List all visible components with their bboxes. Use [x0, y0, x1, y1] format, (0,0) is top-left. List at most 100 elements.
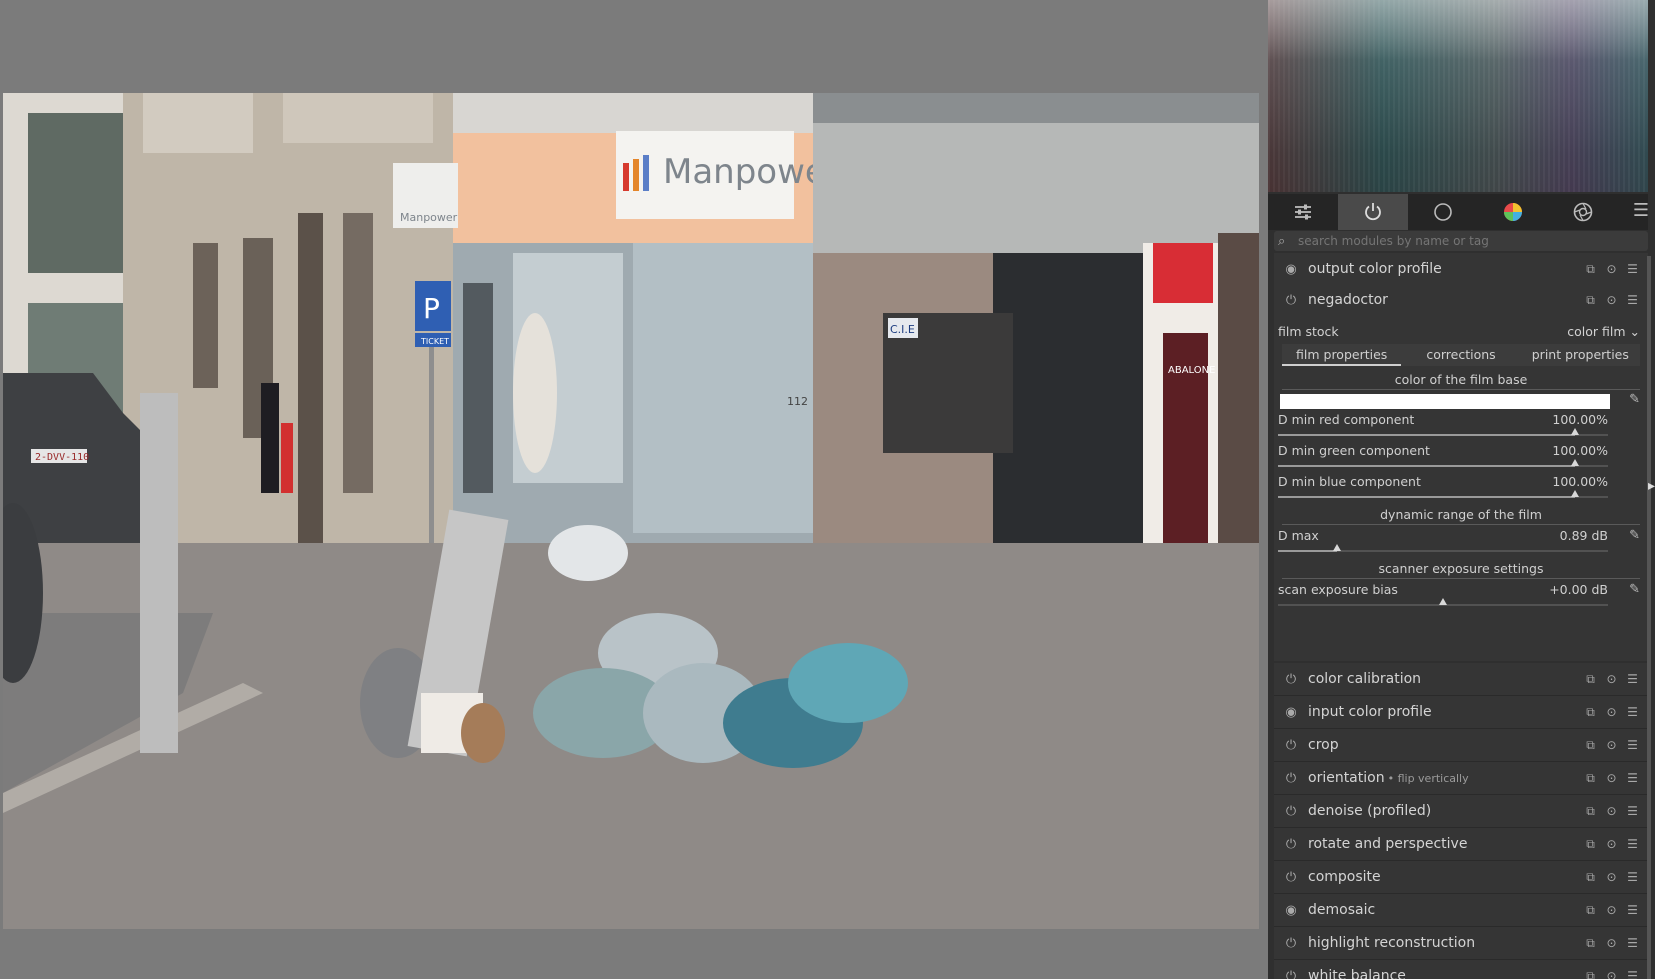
reset-icon[interactable]: ⊙	[1604, 293, 1619, 307]
module-menu-icon[interactable]: ☰	[1625, 262, 1640, 276]
presets-icon[interactable]: ⧉	[1583, 705, 1598, 720]
module-output-color-profile[interactable]: ◉ output color profile ⧉ ⊙ ☰	[1274, 253, 1648, 286]
presets-icon[interactable]: ⧉	[1583, 870, 1598, 885]
module-menu-icon[interactable]: ☰	[1625, 672, 1640, 686]
reset-icon[interactable]: ⊙	[1604, 903, 1619, 917]
presets-icon[interactable]: ⧉	[1583, 672, 1598, 687]
module-orientation[interactable]: ⏻ orientation • flip vertically ⧉ ⊙ ☰	[1274, 762, 1648, 795]
module-menu-icon[interactable]: ☰	[1625, 837, 1640, 851]
film-stock-label: film stock	[1278, 323, 1339, 339]
module-name: output color profile	[1308, 261, 1442, 277]
power-icon[interactable]: ⏻	[1282, 736, 1300, 754]
module-search: ⌕	[1274, 231, 1648, 251]
tab-print-properties[interactable]: print properties	[1521, 344, 1640, 366]
module-name: white balance	[1308, 968, 1406, 979]
presets-icon[interactable]: ⧉	[1583, 262, 1598, 277]
module-white-balance[interactable]: ⏻ white balance ⧉ ⊙ ☰	[1274, 960, 1648, 979]
reset-icon[interactable]: ⊙	[1604, 969, 1619, 979]
active-modules-tab[interactable]	[1338, 194, 1408, 230]
module-menu-icon[interactable]: ☰	[1625, 870, 1640, 884]
module-name: color calibration	[1308, 671, 1422, 687]
power-icon[interactable]: ⏻	[1282, 934, 1300, 952]
reset-icon[interactable]: ⊙	[1604, 870, 1619, 884]
presets-icon[interactable]: ⧉	[1583, 903, 1598, 918]
module-menu-icon[interactable]: ☰	[1625, 705, 1640, 719]
module-demosaic[interactable]: ◉ demosaic ⧉ ⊙ ☰	[1274, 894, 1648, 927]
module-name: rotate and perspective	[1308, 836, 1468, 852]
color-picker-icon[interactable]: ✎	[1629, 392, 1640, 407]
slider-label: D min green component	[1278, 443, 1430, 458]
module-menu-icon[interactable]: ☰	[1625, 969, 1640, 979]
search-input[interactable]	[1296, 233, 1630, 249]
tab-corrections[interactable]: corrections	[1401, 344, 1520, 366]
film-stock-value: color film	[1567, 323, 1626, 339]
power-icon[interactable]: ⏻	[1282, 769, 1300, 787]
slider-marker[interactable]	[1571, 428, 1579, 435]
slider-value: 100.00%	[1552, 474, 1608, 489]
presets-icon[interactable]: ⧉	[1583, 837, 1598, 852]
power-icon[interactable]: ⏻	[1282, 802, 1300, 820]
film-stock-select[interactable]: film stock color film ⌄	[1278, 322, 1640, 340]
base-modules-tab[interactable]	[1408, 194, 1478, 230]
power-icon[interactable]: ⏻	[1282, 967, 1300, 979]
dmin-blue-slider[interactable]: D min blue component 100.00%	[1278, 474, 1608, 498]
color-picker-icon[interactable]: ✎	[1629, 582, 1640, 597]
module-crop[interactable]: ⏻ crop ⧉ ⊙ ☰	[1274, 729, 1648, 762]
module-name: composite	[1308, 869, 1381, 885]
sliders-icon	[1295, 204, 1311, 220]
reset-icon[interactable]: ⊙	[1604, 837, 1619, 851]
scan-exposure-bias-slider[interactable]: scan exposure bias +0.00 dB	[1278, 582, 1608, 606]
effects-modules-tab[interactable]	[1548, 194, 1618, 230]
module-negadoctor[interactable]: ⏻ negadoctor ⧉ ⊙ ☰	[1274, 284, 1648, 317]
hamburger-menu-icon[interactable]: ☰	[1633, 200, 1649, 221]
module-menu-icon[interactable]: ☰	[1625, 903, 1640, 917]
module-menu-icon[interactable]: ☰	[1625, 936, 1640, 950]
presets-icon[interactable]: ⧉	[1583, 738, 1598, 753]
reset-icon[interactable]: ⊙	[1604, 738, 1619, 752]
panel-scrollbar[interactable]	[1647, 256, 1651, 979]
module-composite[interactable]: ⏻ composite ⧉ ⊙ ☰	[1274, 861, 1648, 894]
module-rotate-and-perspective[interactable]: ⏻ rotate and perspective ⧉ ⊙ ☰	[1274, 828, 1648, 861]
slider-marker[interactable]	[1571, 490, 1579, 497]
module-input-color-profile[interactable]: ◉ input color profile ⧉ ⊙ ☰	[1274, 696, 1648, 729]
color-modules-tab[interactable]	[1478, 194, 1548, 230]
power-icon[interactable]: ⏻	[1282, 670, 1300, 688]
slider-marker[interactable]	[1439, 598, 1447, 605]
dmin-red-slider[interactable]: D min red component 100.00%	[1278, 412, 1608, 436]
collapse-panel-arrow-icon[interactable]: ▸	[1648, 478, 1655, 494]
presets-icon[interactable]: ⧉	[1583, 969, 1598, 979]
presets-icon[interactable]: ⧉	[1583, 936, 1598, 951]
module-highlight-reconstruction[interactable]: ⏻ highlight reconstruction ⧉ ⊙ ☰	[1274, 927, 1648, 960]
reset-icon[interactable]: ⊙	[1604, 672, 1619, 686]
reset-icon[interactable]: ⊙	[1604, 262, 1619, 276]
dmax-slider[interactable]: D max 0.89 dB	[1278, 528, 1608, 552]
reset-icon[interactable]: ⊙	[1604, 705, 1619, 719]
presets-icon[interactable]: ⧉	[1583, 804, 1598, 819]
reset-icon[interactable]: ⊙	[1604, 804, 1619, 818]
film-base-color-swatch[interactable]	[1280, 394, 1610, 409]
module-denoise-profiled[interactable]: ⏻ denoise (profiled) ⧉ ⊙ ☰	[1274, 795, 1648, 828]
histogram[interactable]	[1268, 0, 1648, 192]
reset-icon[interactable]: ⊙	[1604, 771, 1619, 785]
dmin-green-slider[interactable]: D min green component 100.00%	[1278, 443, 1608, 467]
module-menu-icon[interactable]: ☰	[1625, 804, 1640, 818]
module-menu-icon[interactable]: ☰	[1625, 738, 1640, 752]
slider-marker[interactable]	[1333, 544, 1342, 551]
photo-preview[interactable]: Manpower Manpower C.I.E ABALONE 112 P TI…	[3, 93, 1259, 929]
presets-icon[interactable]: ⧉	[1583, 293, 1598, 308]
presets-icon[interactable]: ⧉	[1583, 771, 1598, 786]
tab-film-properties[interactable]: film properties	[1282, 344, 1402, 366]
color-picker-icon[interactable]: ✎	[1629, 528, 1640, 543]
module-color-calibration[interactable]: ⏻ color calibration ⧉ ⊙ ☰	[1274, 663, 1648, 696]
quick-access-tab[interactable]	[1268, 194, 1338, 230]
module-menu-icon[interactable]: ☰	[1625, 293, 1640, 307]
reset-icon[interactable]: ⊙	[1604, 936, 1619, 950]
film-stock-value-wrap: color film ⌄	[1567, 324, 1640, 339]
right-panel: ☰ ⌕ ◉ output color profile ⧉ ⊙ ☰ ⏻ negadoc…	[1268, 0, 1655, 979]
power-icon[interactable]: ⏻	[1282, 835, 1300, 853]
slider-value: 0.89 dB	[1559, 528, 1608, 543]
power-icon[interactable]: ⏻	[1282, 868, 1300, 886]
slider-marker[interactable]	[1571, 459, 1579, 466]
power-icon[interactable]: ⏻	[1282, 291, 1300, 309]
module-menu-icon[interactable]: ☰	[1625, 771, 1640, 785]
